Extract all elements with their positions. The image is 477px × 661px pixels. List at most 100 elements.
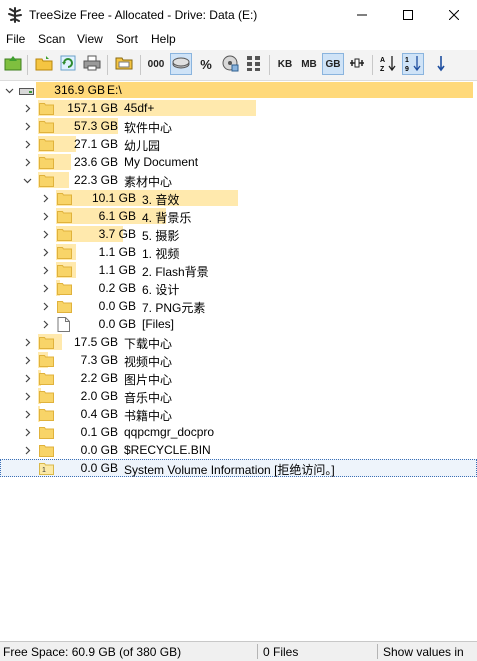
show-values-status: Show values in	[383, 645, 464, 659]
sort-numeric-icon: 19	[404, 54, 422, 75]
explorer-button[interactable]	[113, 53, 135, 75]
show-percent-button[interactable]: %	[195, 53, 217, 75]
directory-tree[interactable]: 316.9 GB E:\ 157.1 GB 45df+ 57.3 GB 软件中心 27.…	[0, 81, 477, 641]
print-button[interactable]	[81, 53, 103, 75]
size-value: 7.3 GB	[80, 353, 118, 367]
tree-row[interactable]: 1.1 GB 2. Flash背景	[0, 261, 477, 279]
show-size-button[interactable]	[170, 53, 192, 75]
tree-row[interactable]: 0.1 GB qqpcmgr_docpro	[0, 423, 477, 441]
folder-name: 2. Flash背景	[142, 265, 209, 279]
size-value: 27.1 GB	[73, 137, 118, 151]
unit-gb-button[interactable]: GB	[322, 53, 344, 75]
size-value: 1.1 GB	[98, 245, 136, 259]
size-value: 57.3 GB	[73, 119, 118, 133]
printer-icon	[83, 54, 101, 75]
folder-name: 音乐中心	[124, 391, 173, 405]
size-value: 2.2 GB	[80, 371, 118, 385]
tree-row[interactable]: 1 0.0 GB System Volume Information [拒绝访问。]	[0, 459, 477, 477]
tree-row[interactable]: 3.7 GB 5. 摄影	[0, 225, 477, 243]
tree-row[interactable]: 0.0 GB 7. PNG元素	[0, 297, 477, 315]
tree-row[interactable]: 57.3 GB 软件中心	[0, 117, 477, 135]
size-value: 22.3 GB	[73, 173, 118, 187]
size-value: 0.0 GB	[80, 443, 118, 457]
grid-view-icon	[245, 54, 263, 75]
menu-bar: File Scan View Sort Help	[0, 30, 477, 49]
open-folder-button[interactable]	[33, 53, 55, 75]
window-title: TreeSize Free - Allocated - Drive: Data …	[29, 8, 258, 22]
tree-row[interactable]: 10.1 GB 3. 音效	[0, 189, 477, 207]
tree-row[interactable]: 7.3 GB 视频中心	[0, 351, 477, 369]
size-value: 23.6 GB	[73, 155, 118, 169]
folder-name: 软件中心	[124, 121, 173, 135]
folder-name: qqpcmgr_docpro	[124, 425, 215, 439]
menu-file[interactable]: File	[6, 32, 25, 46]
folder-name: 幼儿园	[124, 139, 161, 153]
folder-name: 视频中心	[124, 355, 173, 369]
unit-mb-button[interactable]: MB	[298, 53, 320, 75]
size-value: 0.0 GB	[98, 299, 136, 313]
auto-unit-button[interactable]	[346, 53, 368, 75]
menu-help[interactable]: Help	[151, 32, 176, 46]
tree-row[interactable]: 6.1 GB 4. 背景乐	[0, 207, 477, 225]
percent-label: %	[200, 56, 212, 72]
hard-drive-icon	[19, 85, 34, 99]
svg-text:1: 1	[405, 57, 409, 64]
tree-row[interactable]: 0.0 GB [Files]	[0, 315, 477, 333]
size-value: 0.2 GB	[98, 281, 136, 295]
tree-row[interactable]: 157.1 GB 45df+	[0, 99, 477, 117]
unit-kb-button[interactable]: KB	[274, 53, 296, 75]
menu-view[interactable]: View	[77, 32, 103, 46]
tree-row[interactable]: 2.0 GB 音乐中心	[0, 387, 477, 405]
folder-name: 45df+	[124, 101, 155, 115]
folder-name: 3. 音效	[142, 193, 180, 207]
folder-name: System Volume Information [拒绝访问。]	[124, 463, 335, 477]
show-details-button[interactable]	[243, 53, 265, 75]
tree-row[interactable]: 17.5 GB 下载中心	[0, 333, 477, 351]
svg-text:A: A	[380, 57, 385, 64]
toolbar: 000 % KB MB GB AZ 19	[0, 50, 477, 81]
size-value: 0.0 GB	[80, 461, 118, 475]
disk-files-icon	[221, 54, 239, 75]
menu-scan[interactable]: Scan	[38, 32, 65, 46]
sort-direction-button[interactable]	[430, 53, 452, 75]
minimize-button[interactable]	[339, 0, 385, 30]
close-button[interactable]	[431, 0, 477, 30]
open-folder-icon	[35, 54, 53, 75]
folder-name: 6. 设计	[142, 283, 180, 297]
size-value: 0.4 GB	[80, 407, 118, 421]
tree-row[interactable]: 22.3 GB 素材中心	[0, 171, 477, 189]
menu-sort[interactable]: Sort	[116, 32, 138, 46]
size-value: 2.0 GB	[80, 389, 118, 403]
tree-row[interactable]: 23.6 GB My Document	[0, 153, 477, 171]
tree-row[interactable]: 0.4 GB 书籍中心	[0, 405, 477, 423]
go-up-button[interactable]	[2, 53, 24, 75]
folder-name: [Files]	[142, 317, 175, 331]
folder-name: 书籍中心	[124, 409, 173, 423]
sort-by-size-button[interactable]: 19	[402, 53, 424, 75]
tree-row[interactable]: 0.0 GB $RECYCLE.BIN	[0, 441, 477, 459]
refresh-button[interactable]	[57, 53, 79, 75]
show-count-button[interactable]: 000	[145, 53, 167, 75]
tree-row[interactable]: 1.1 GB 1. 视频	[0, 243, 477, 261]
count-label: 000	[147, 58, 165, 70]
title-bar: TreeSize Free - Allocated - Drive: Data …	[0, 0, 477, 30]
tree-row[interactable]: 27.1 GB 幼儿园	[0, 135, 477, 153]
size-value: 316.9 GB	[54, 83, 105, 97]
status-bar: Free Space: 60.9 GB (of 380 GB) 0 Files …	[0, 641, 477, 661]
tree-root-row[interactable]: 316.9 GB E:\	[0, 81, 477, 99]
sort-alpha-icon: AZ	[379, 54, 397, 75]
folder-name: 1. 视频	[142, 247, 180, 261]
auto-unit-icon	[348, 54, 366, 75]
unit-mb-label: MB	[301, 58, 317, 70]
size-value: 0.1 GB	[80, 425, 118, 439]
tree-row[interactable]: 2.2 GB 图片中心	[0, 369, 477, 387]
chevron-down-icon[interactable]	[3, 81, 15, 99]
sort-by-name-button[interactable]: AZ	[377, 53, 399, 75]
folder-name: 图片中心	[124, 373, 173, 387]
maximize-button[interactable]	[385, 0, 431, 30]
folder-name: My Document	[124, 155, 199, 169]
svg-text:9: 9	[405, 66, 409, 72]
size-value: 6.1 GB	[98, 209, 136, 223]
show-files-button[interactable]	[219, 53, 241, 75]
tree-row[interactable]: 0.2 GB 6. 设计	[0, 279, 477, 297]
